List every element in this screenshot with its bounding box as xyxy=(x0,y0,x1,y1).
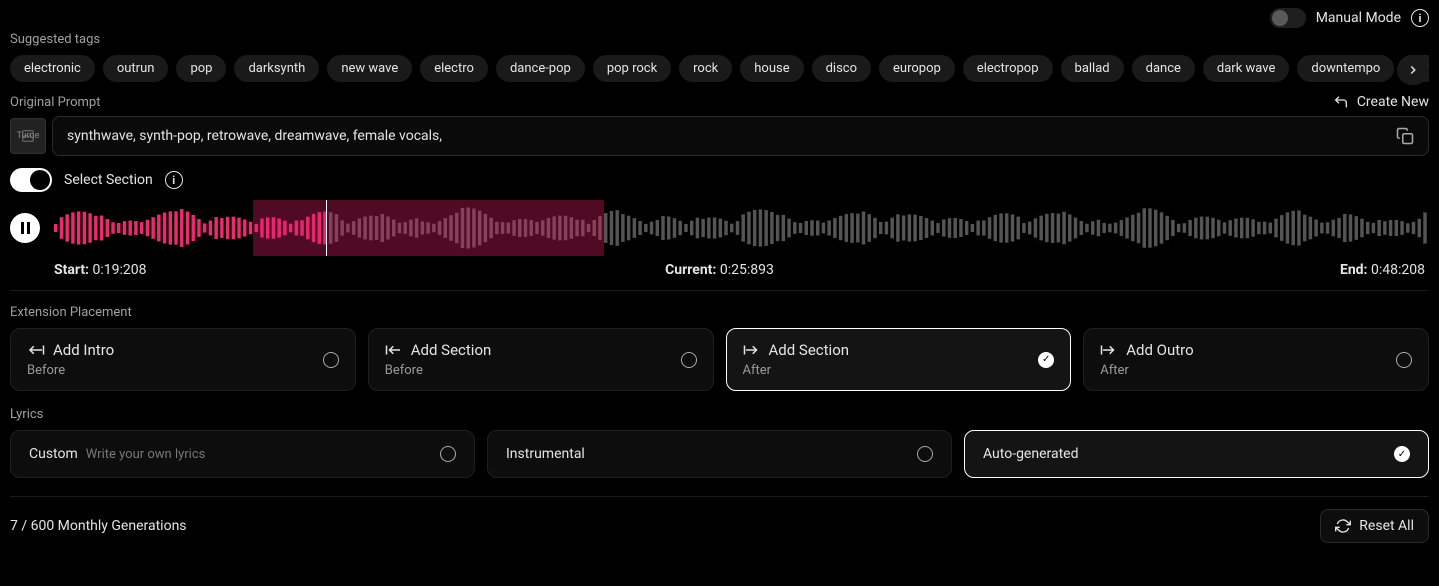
prompt-text: synthwave, synth-pop, retrowave, dreamwa… xyxy=(67,128,442,144)
lyrics-option-auto-generated[interactable]: Auto-generated ✓ xyxy=(964,430,1429,478)
lyrics-option-custom[interactable]: Custom Write your own lyrics xyxy=(10,430,475,478)
tag-ballad[interactable]: ballad xyxy=(1061,55,1124,82)
tag-rock[interactable]: rock xyxy=(679,55,732,82)
placement-sub: After xyxy=(1100,363,1193,378)
thumb-alt: Turne xyxy=(17,131,40,141)
pause-icon xyxy=(21,222,30,234)
placement-sub: After xyxy=(743,363,850,378)
time-current: Current: 0:25:893 xyxy=(665,262,774,278)
radio-empty-icon xyxy=(681,352,697,368)
track-thumbnail[interactable]: Turne xyxy=(10,118,46,154)
tag-electro[interactable]: electro xyxy=(420,55,488,82)
radio-empty-icon xyxy=(323,352,339,368)
bar-arrow-right-icon xyxy=(743,343,761,357)
placement-sub: Before xyxy=(385,363,492,378)
refresh-icon xyxy=(1335,518,1351,534)
tag-electropop[interactable]: electropop xyxy=(963,55,1053,82)
waveform[interactable] xyxy=(54,200,1429,256)
manual-mode-toggle[interactable] xyxy=(1270,8,1306,28)
prompt-input[interactable]: synthwave, synth-pop, retrowave, dreamwa… xyxy=(52,116,1429,156)
placement-title: Add Section xyxy=(769,341,850,359)
tag-new-wave[interactable]: new wave xyxy=(327,55,412,82)
tag-dark-wave[interactable]: dark wave xyxy=(1203,55,1289,82)
bar-arrow-left-icon xyxy=(385,343,403,357)
lyrics-title: Instrumental xyxy=(506,446,585,462)
placement-title: Add Outro xyxy=(1126,341,1193,359)
create-new-button[interactable]: Create New xyxy=(1333,94,1429,110)
suggested-tags-label: Suggested tags xyxy=(10,32,1429,47)
lyrics-label: Lyrics xyxy=(10,407,1429,422)
placement-title: Add Intro xyxy=(53,341,114,359)
radio-empty-icon xyxy=(440,446,456,462)
lyrics-title: Auto-generated xyxy=(983,446,1079,462)
placement-sub: Before xyxy=(27,363,114,378)
radio-empty-icon xyxy=(917,446,933,462)
time-end: End: 0:48:208 xyxy=(1340,262,1425,278)
extension-placement-label: Extension Placement xyxy=(10,305,1429,320)
chevron-right-icon xyxy=(1406,63,1420,77)
tag-dance[interactable]: dance xyxy=(1132,55,1195,82)
copy-prompt-button[interactable] xyxy=(1396,127,1414,145)
tag-darksynth[interactable]: darksynth xyxy=(234,55,319,82)
tag-europop[interactable]: europop xyxy=(879,55,955,82)
select-section-label: Select Section xyxy=(64,172,153,188)
lyrics-title: Custom xyxy=(29,446,78,462)
play-pause-button[interactable] xyxy=(10,213,40,243)
undo-icon xyxy=(1333,94,1349,110)
tags-scroll-right[interactable] xyxy=(1397,55,1429,85)
generation-counter: 7 / 600 Monthly Generations xyxy=(10,518,187,534)
placement-title: Add Section xyxy=(411,341,492,359)
manual-mode-label: Manual Mode xyxy=(1316,10,1401,26)
copy-icon xyxy=(1396,127,1414,145)
tag-disco[interactable]: disco xyxy=(812,55,871,82)
info-icon[interactable]: i xyxy=(165,171,183,189)
tag-pop[interactable]: pop xyxy=(176,55,226,82)
create-new-label: Create New xyxy=(1357,94,1429,110)
tag-outrun[interactable]: outrun xyxy=(103,55,169,82)
tag-house[interactable]: house xyxy=(740,55,803,82)
bar-arrow-right-icon xyxy=(1100,343,1118,357)
arrow-left-bar-icon xyxy=(27,343,45,357)
reset-all-button[interactable]: Reset All xyxy=(1320,509,1429,543)
suggested-tags-list: electronic outrun pop darksynth new wave elec… xyxy=(10,55,1429,82)
reset-all-label: Reset All xyxy=(1359,518,1414,534)
tag-electronic[interactable]: electronic xyxy=(10,55,95,82)
placement-option-3[interactable]: Add Outro After xyxy=(1083,328,1429,391)
placement-option-1[interactable]: Add Section Before xyxy=(368,328,714,391)
lyrics-hint: Write your own lyrics xyxy=(86,447,206,462)
check-icon: ✓ xyxy=(1394,446,1410,462)
time-start: Start: 0:19:208 xyxy=(54,262,146,278)
select-section-toggle[interactable] xyxy=(10,168,52,192)
lyrics-option-instrumental[interactable]: Instrumental xyxy=(487,430,952,478)
tag-pop-rock[interactable]: pop rock xyxy=(593,55,671,82)
placement-option-2[interactable]: Add Section After ✓ xyxy=(726,328,1072,391)
check-icon: ✓ xyxy=(1038,352,1054,368)
info-icon[interactable]: i xyxy=(1411,9,1429,27)
placement-option-0[interactable]: Add Intro Before xyxy=(10,328,356,391)
original-prompt-label: Original Prompt xyxy=(10,95,100,110)
tag-downtempo[interactable]: downtempo xyxy=(1297,55,1394,82)
radio-empty-icon xyxy=(1396,352,1412,368)
tag-dance-pop[interactable]: dance-pop xyxy=(496,55,585,82)
